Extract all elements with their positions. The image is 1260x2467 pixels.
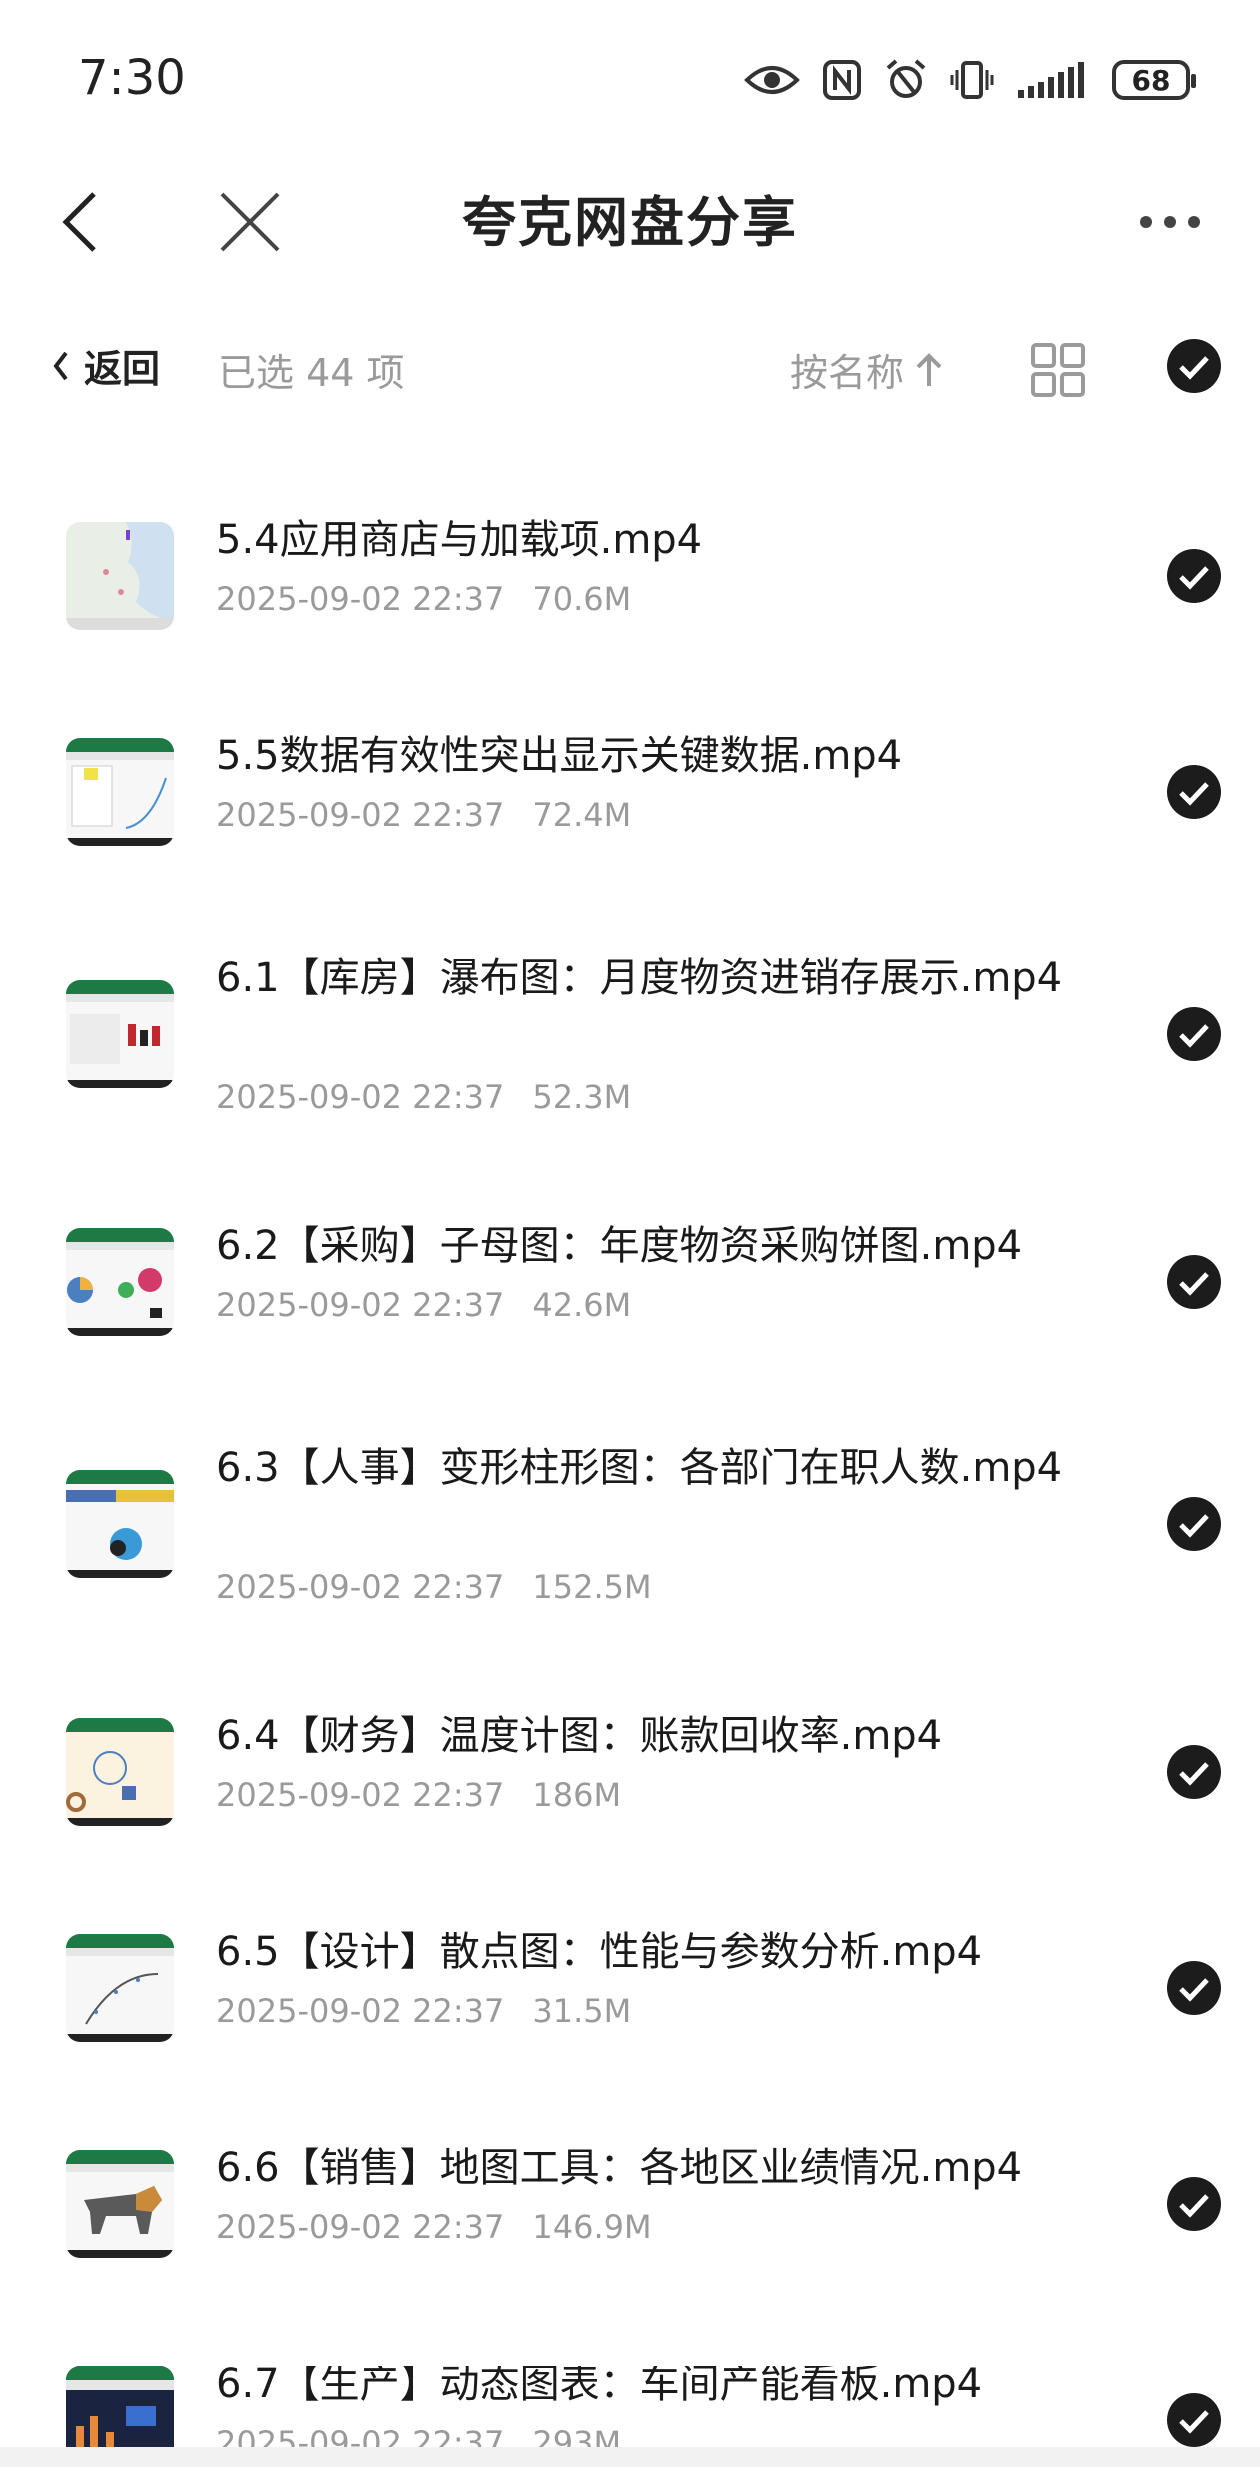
file-size: 146.9M [532,2208,652,2246]
check-circle-icon [1167,1497,1221,1551]
file-meta: 2025-09-02 22:37 52.3M [216,1078,631,1116]
check-circle-icon [1167,765,1221,819]
select-all-checkbox[interactable] [1166,338,1222,398]
file-date: 2025-09-02 22:37 [216,1992,505,2030]
file-checkbox[interactable] [1166,1960,1222,2020]
file-checkbox[interactable] [1166,1496,1222,1556]
file-size: 52.3M [532,1078,632,1116]
file-name: 6.6【销售】地图工具：各地区业绩情况.mp4 [216,2145,1023,2191]
status-time: 7:30 [78,50,186,106]
file-size: 42.6M [532,1286,632,1324]
vibrate-icon [950,58,994,102]
check-circle-icon [1167,1745,1221,1799]
file-name: 6.1【库房】瀑布图：月度物资进销存展示.mp4 [216,955,1063,1001]
bottom-edge [0,2447,1260,2467]
check-circle-icon [1167,1255,1221,1309]
arrow-up-icon [916,352,942,386]
file-date: 2025-09-02 22:37 [216,1568,505,1606]
file-size: 31.5M [532,1992,632,2030]
file-date: 2025-09-02 22:37 [216,580,505,618]
file-meta: 2025-09-02 22:37 186M [216,1776,621,1814]
selected-count: 已选 44 项 [218,351,405,395]
status-icons: 68 [744,50,1196,110]
video-thumbnail [66,1934,174,2042]
file-size: 70.6M [532,580,632,618]
check-circle-icon [1167,2393,1221,2447]
file-name: 5.4应用商店与加载项.mp4 [216,517,703,563]
file-item[interactable]: 6.2【采购】子母图：年度物资采购饼图.mp4 2025-09-02 22:37… [0,1223,1260,1392]
chevron-left-icon [53,351,68,380]
toolbar-back-label: 返回 [84,347,161,391]
status-bar: 7:30 68 [0,0,1260,150]
file-date: 2025-09-02 22:37 [216,2208,505,2246]
file-meta: 2025-09-02 22:37 146.9M [216,2208,652,2246]
file-date: 2025-09-02 22:37 [216,796,505,834]
file-meta: 2025-09-02 22:37 152.5M [216,1568,652,1606]
file-checkbox[interactable] [1166,764,1222,824]
file-date: 2025-09-02 22:37 [216,1776,505,1814]
file-item[interactable]: 6.4【财务】温度计图：账款回收率.mp4 2025-09-02 22:37 18… [0,1713,1260,1882]
check-circle-icon [1167,549,1221,603]
grid-view-button[interactable] [1030,342,1086,402]
video-thumbnail [66,2150,174,2258]
nfc-icon [822,59,862,101]
file-item[interactable]: 6.5【设计】散点图：性能与参数分析.mp4 2025-09-02 22:37 3… [0,1929,1260,2098]
battery-icon: 68 [1112,60,1196,100]
file-checkbox[interactable] [1166,548,1222,608]
video-thumbnail [66,1470,174,1578]
alarm-icon [884,58,928,102]
video-thumbnail [66,738,174,846]
file-size: 72.4M [532,796,632,834]
file-checkbox[interactable] [1166,2176,1222,2236]
sort-button[interactable]: 按名称 [790,342,944,397]
file-name: 6.7【生产】动态图表：车间产能看板.mp4 [216,2366,983,2407]
nav-header: 夸克网盘分享 [0,160,1260,280]
video-thumbnail [66,1228,174,1336]
more-horizontal-icon [1140,216,1200,228]
file-checkbox[interactable] [1166,1744,1222,1804]
file-size: 152.5M [532,1568,652,1606]
check-circle-icon [1167,1961,1221,2015]
signal-icon [1016,60,1090,100]
file-checkbox[interactable] [1166,1006,1222,1066]
file-name: 6.5【设计】散点图：性能与参数分析.mp4 [216,1929,983,1975]
more-button[interactable] [1120,182,1220,262]
file-item[interactable]: 5.4应用商店与加载项.mp4 2025-09-02 22:37 70.6M [0,517,1260,686]
file-date: 2025-09-02 22:37 [216,1078,505,1116]
video-thumbnail [66,1718,174,1826]
check-circle-icon [1167,2177,1221,2231]
file-name: 6.3【人事】变形柱形图：各部门在职人数.mp4 [216,1445,1063,1491]
video-thumbnail [66,522,174,630]
file-meta: 2025-09-02 22:37 70.6M [216,580,631,618]
file-meta: 2025-09-02 22:37 42.6M [216,1286,631,1324]
file-date: 2025-09-02 22:37 [216,1286,505,1324]
file-size: 186M [532,1776,622,1814]
selection-toolbar: 返回 已选 44 项 按名称 [0,320,1260,410]
file-item[interactable]: 6.6【销售】地图工具：各地区业绩情况.mp4 2025-09-02 22:37… [0,2145,1260,2314]
video-thumbnail [66,980,174,1088]
check-circle-icon [1167,339,1221,393]
file-checkbox[interactable] [1166,1254,1222,1314]
file-name: 6.4【财务】温度计图：账款回收率.mp4 [216,1713,943,1759]
page-title: 夸克网盘分享 [462,191,798,254]
sort-label: 按名称 [790,351,905,395]
file-meta: 2025-09-02 22:37 72.4M [216,796,631,834]
file-name: 6.2【采购】子母图：年度物资采购饼图.mp4 [216,1223,1023,1269]
file-item[interactable]: 6.3【人事】变形柱形图：各部门在职人数.mp4 2025-09-02 22:3… [0,1445,1260,1658]
file-meta: 2025-09-02 22:37 31.5M [216,1992,631,2030]
file-item[interactable]: 5.5数据有效性突出显示关键数据.mp4 2025-09-02 22:37 72.… [0,733,1260,902]
file-item[interactable]: 6.1【库房】瀑布图：月度物资进销存展示.mp4 2025-09-02 22:3… [0,955,1260,1168]
grid-view-icon [1031,343,1085,397]
file-checkbox[interactable] [1166,2392,1222,2452]
check-circle-icon [1167,1007,1221,1061]
toolbar-back-button[interactable]: 返回 [52,338,160,393]
eye-icon [744,60,800,100]
file-name: 5.5数据有效性突出显示关键数据.mp4 [216,733,903,779]
